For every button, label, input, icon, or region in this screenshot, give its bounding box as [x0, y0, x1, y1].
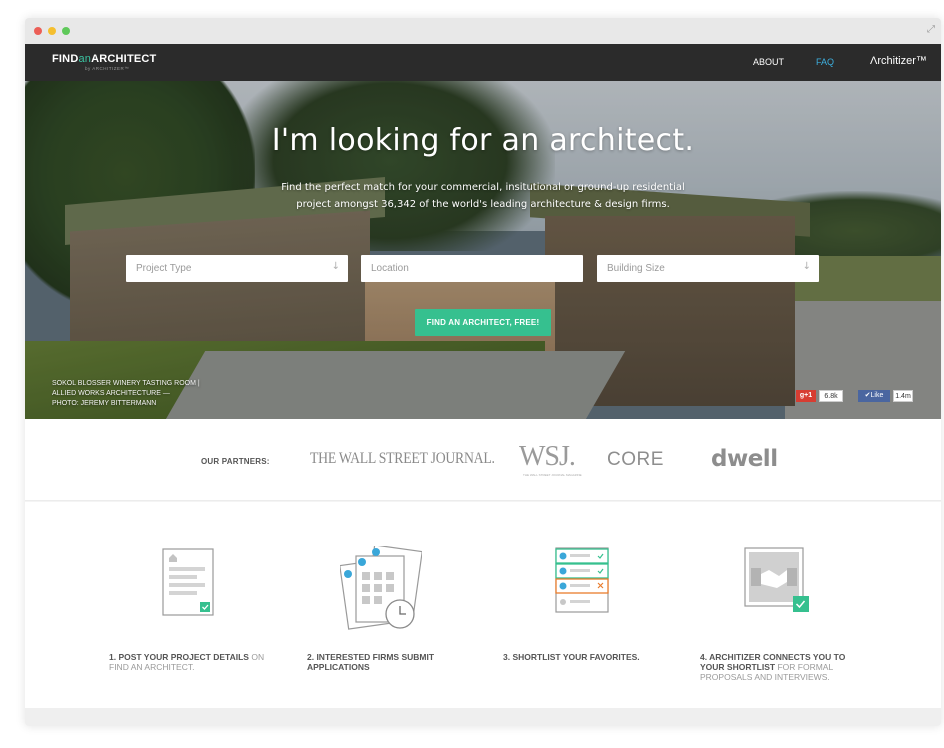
project-type-select[interactable]: Project Type ↓ [126, 255, 348, 282]
partner-wsj-magazine-logo[interactable]: WSJ. [519, 441, 576, 473]
partner-wsj-magazine-sub: THE WALL STREET JOURNAL MAGAZINE [523, 473, 582, 477]
location-placeholder: Location [371, 263, 409, 274]
step-2-bold: 2. INTERESTED FIRMS SUBMIT APPLICATIONS [307, 652, 435, 672]
building-size-placeholder: Building Size [607, 263, 665, 274]
find-architect-button[interactable]: FIND AN ARCHITECT, FREE! [415, 309, 551, 336]
how-it-works-section: 1. POST YOUR PROJECT DETAILS ON FIND AN … [25, 502, 941, 708]
architizer-brand-link[interactable]: Λrchitizer™ [870, 55, 927, 67]
caption-line-1: SOKOL BLOSSER WINERY TASTING ROOM | [52, 380, 200, 387]
step-1-bold: 1. POST YOUR PROJECT DETAILS [109, 652, 249, 662]
logo-architect-text: ARCHITECT [91, 53, 157, 65]
logo-an-text: an [78, 53, 92, 65]
minimize-window-button[interactable] [48, 27, 56, 35]
window-chrome: ⤢ [25, 18, 941, 44]
partner-wall-street-journal-logo[interactable]: THE WALL STREET JOURNAL. [310, 450, 495, 468]
location-input[interactable]: Location [361, 255, 583, 282]
caption-line-3: PHOTO: JEREMY BITTERMANN [52, 400, 157, 407]
partners-strip: OUR PARTNERS: THE WALL STREET JOURNAL. W… [25, 419, 941, 501]
partner-dwell-logo[interactable]: dwell [711, 446, 778, 472]
caption-line-2: ALLIED WORKS ARCHITECTURE — [52, 390, 170, 397]
facebook-like-count: 1.4m [893, 390, 913, 402]
logo-find-text: FIND [52, 53, 79, 65]
top-navbar: FINDanARCHITECT by ARCHITIZER™ ABOUT FAQ… [25, 44, 941, 81]
photo-caption: SOKOL BLOSSER WINERY TASTING ROOM | ALLI… [52, 379, 200, 409]
close-window-button[interactable] [34, 27, 42, 35]
step-4-text: 4. ARCHITIZER CONNECTS YOU TO YOUR SHORT… [700, 652, 870, 682]
step-3-bold: 3. SHORTLIST YOUR FAVORITES. [503, 652, 640, 662]
nav-faq-link[interactable]: FAQ [816, 57, 834, 67]
handshake-connect-icon [744, 547, 809, 612]
fullscreen-icon[interactable]: ⤢ [927, 24, 935, 35]
hero-subtitle: Find the perfect match for your commerci… [281, 182, 685, 210]
facebook-like-button[interactable]: ✔Like [858, 390, 890, 402]
step-1-text: 1. POST YOUR PROJECT DETAILS ON FIND AN … [109, 652, 279, 672]
google-plus-button[interactable]: g+1 [796, 390, 816, 402]
google-plus-count: 6.8k [819, 390, 843, 402]
firm-applications-icon [340, 546, 422, 630]
chevron-down-icon: ↓ [331, 261, 340, 272]
partner-core-logo[interactable]: CORE [607, 449, 664, 471]
shortlist-favorites-icon [555, 547, 609, 613]
logo-subtitle: by ARCHITIZER™ [85, 66, 130, 71]
hero-section: I'm looking for an architect. Find the p… [25, 81, 941, 419]
project-type-placeholder: Project Type [136, 263, 192, 274]
building-size-select[interactable]: Building Size ↓ [597, 255, 819, 282]
zoom-window-button[interactable] [62, 27, 70, 35]
find-an-architect-logo[interactable]: FINDanARCHITECT [52, 53, 156, 65]
step-3-text: 3. SHORTLIST YOUR FAVORITES. [503, 652, 673, 662]
browser-window: ⤢ FINDanARCHITECT by ARCHITIZER™ ABOUT F… [25, 18, 941, 726]
page-bottom-strip [25, 708, 941, 726]
project-details-document-icon [162, 548, 214, 616]
nav-about-link[interactable]: ABOUT [753, 57, 784, 67]
chevron-down-icon: ↓ [802, 261, 811, 272]
partners-label: OUR PARTNERS: [201, 457, 270, 466]
step-2-text: 2. INTERESTED FIRMS SUBMIT APPLICATIONS [307, 652, 477, 672]
hero-title: I'm looking for an architect. [271, 123, 695, 158]
